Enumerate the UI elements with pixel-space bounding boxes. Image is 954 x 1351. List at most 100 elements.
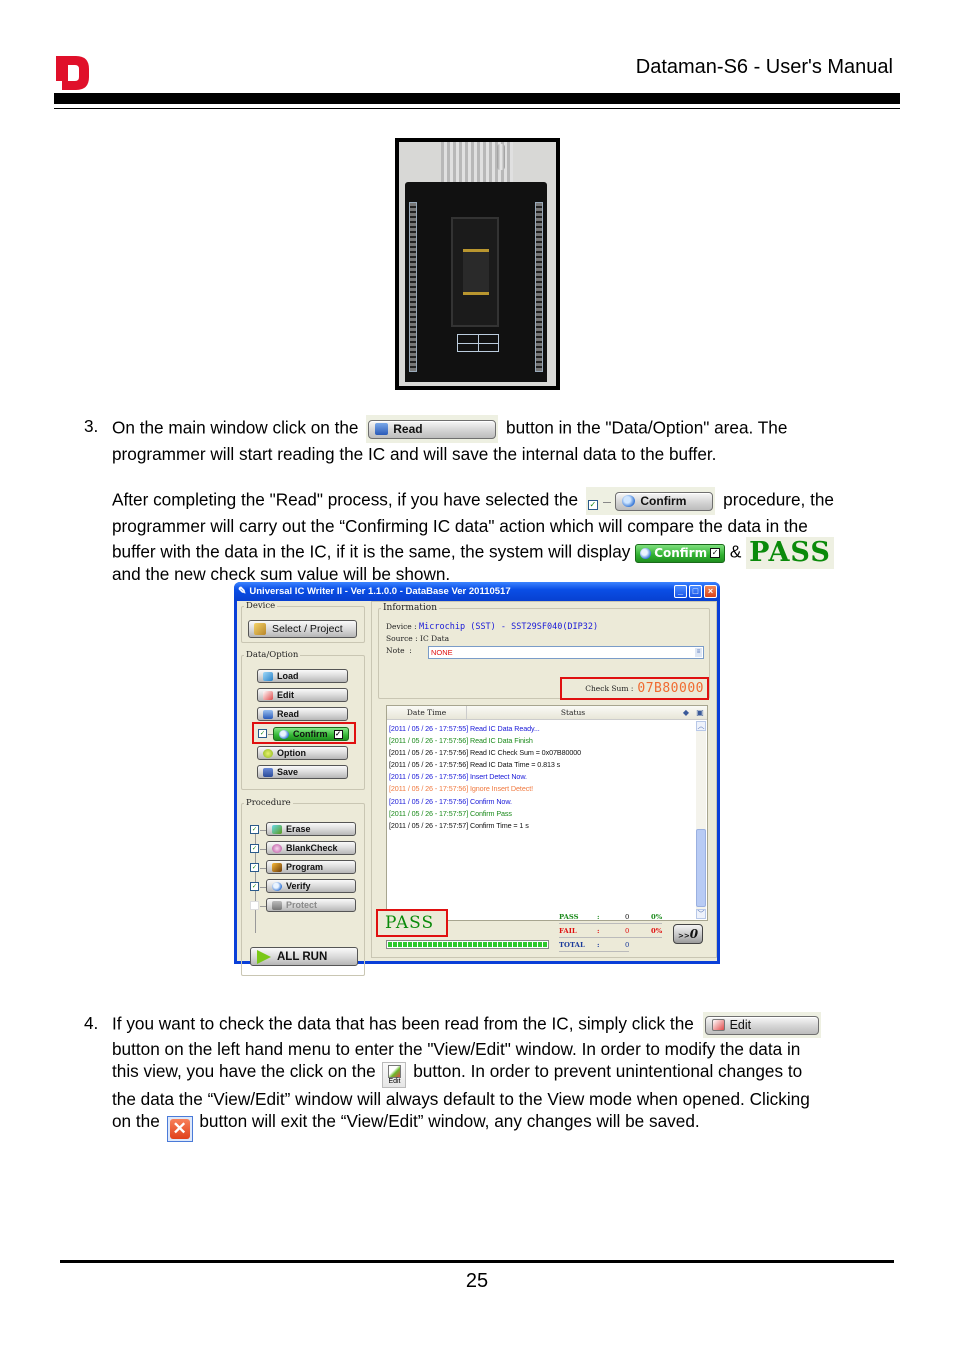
- exit-button-inline: ✕: [166, 1116, 193, 1142]
- book-icon: [263, 709, 273, 719]
- progress-fill: [388, 942, 547, 947]
- log-scrollbar[interactable]: ︿ ﹀: [696, 721, 706, 919]
- select-icon: [254, 623, 266, 635]
- verify-button[interactable]: Verify: [266, 879, 356, 893]
- eraser-icon[interactable]: ◆: [679, 706, 693, 719]
- pin-header-left: [409, 202, 417, 372]
- status-log: Date Time Status ◆ ▣ [2011 / 05 / 26 - 1…: [386, 705, 708, 921]
- confirm-checkbox[interactable]: ✓: [258, 729, 267, 738]
- title-bar[interactable]: ✎ Universal IC Writer II - Ver 1.1.0.0 -…: [234, 582, 720, 601]
- confirm-done-badge: Confirm ✓: [635, 543, 726, 563]
- stat-divider: [559, 923, 662, 924]
- log-line: [2011 / 05 / 26 - 17:57:57] Confirm Pass: [389, 808, 512, 818]
- load-button[interactable]: Load: [257, 669, 348, 683]
- select-project-button[interactable]: Select / Project: [248, 620, 357, 638]
- blankcheck-checkbox[interactable]: ✓: [250, 844, 259, 853]
- window-client: Device Select / Project Data/Option Load…: [237, 601, 717, 976]
- check-circle-icon: [263, 748, 273, 758]
- save-button[interactable]: Save: [257, 765, 348, 779]
- close-button[interactable]: ×: [704, 585, 717, 598]
- app-icon: ✎: [238, 586, 247, 597]
- ic-socket: [451, 217, 499, 327]
- chip-write-icon: [272, 862, 282, 872]
- pin-header-right: [535, 202, 543, 372]
- blankcheck-button[interactable]: BlankCheck: [266, 841, 356, 855]
- erase-button[interactable]: Erase: [266, 822, 356, 836]
- log-line: [2011 / 05 / 26 - 17:57:56] Read IC Data…: [389, 736, 533, 746]
- reset-counter-button[interactable]: >>0: [673, 924, 703, 944]
- load-icon: [263, 671, 273, 681]
- eraser-icon: [272, 824, 282, 834]
- edit-button-inline: Edit: [702, 1012, 821, 1038]
- note-field[interactable]: NONE ≡: [428, 646, 704, 659]
- read-button[interactable]: Read: [257, 707, 348, 721]
- magnifier-icon: [272, 881, 282, 891]
- log-line: [2011 / 05 / 26 - 17:57:55] Read IC Data…: [389, 724, 540, 733]
- magnifier-icon: [279, 729, 289, 739]
- minimize-button[interactable]: _: [674, 585, 687, 598]
- confirm-procedure-inline: ✓ Confirm: [585, 487, 716, 515]
- checked-box-icon: ✓: [710, 548, 721, 558]
- protect-checkbox[interactable]: [250, 901, 259, 910]
- verify-checkbox[interactable]: ✓: [250, 882, 259, 891]
- stat-divider: [559, 951, 629, 952]
- silkscreen-grid: [457, 334, 499, 352]
- pass-indicator-inline: PASS: [746, 537, 834, 569]
- result-status: PASS: [376, 909, 448, 937]
- edit-button[interactable]: Edit: [257, 688, 348, 702]
- spin-icon[interactable]: ≡: [695, 648, 702, 657]
- lever-pin: [497, 144, 505, 170]
- step-number: 4.: [84, 1013, 99, 1033]
- app-window: ✎ Universal IC Writer II - Ver 1.1.0.0 -…: [234, 582, 720, 976]
- floppy-icon[interactable]: ▣: [693, 706, 707, 719]
- book-icon: [375, 423, 389, 435]
- floppy-icon: [263, 767, 273, 777]
- protect-button[interactable]: Protect: [266, 898, 356, 912]
- note-label: Note :: [386, 646, 412, 655]
- confirm-button[interactable]: Confirm ✓: [273, 727, 349, 741]
- footer-rule: [60, 1260, 894, 1263]
- scroll-thumb[interactable]: [696, 829, 706, 907]
- program-checkbox[interactable]: ✓: [250, 863, 259, 872]
- maximize-button[interactable]: □: [689, 585, 702, 598]
- header-rule-thick: [54, 93, 900, 104]
- document-title: Dataman-S6 - User's Manual: [635, 56, 893, 78]
- log-lines: [2011 / 05 / 26 - 17:57:55] Read IC Data…: [389, 723, 581, 832]
- adapter-board-photo: [395, 138, 560, 390]
- fail-stat: FAIL: 0 0%: [559, 927, 663, 935]
- scroll-down-icon[interactable]: ﹀: [696, 909, 706, 919]
- column-status: Status: [560, 708, 586, 717]
- read-button-inline: Read: [366, 415, 499, 443]
- text: On the main window click on the: [112, 417, 359, 438]
- program-button[interactable]: Program: [266, 860, 356, 874]
- magnifier-icon: [640, 547, 652, 559]
- pass-stat: PASS: 0 0%: [559, 913, 663, 921]
- option-button[interactable]: Option: [257, 746, 348, 760]
- brand-logo: [56, 56, 89, 90]
- log-line: [2011 / 05 / 26 - 17:57:57] Confirm Time…: [389, 820, 529, 830]
- play-icon: [257, 949, 271, 964]
- edit-mode-icon-button: Edit: [382, 1062, 407, 1088]
- progress-bar: [386, 940, 549, 949]
- column-datetime: Date Time: [387, 706, 467, 719]
- log-line: [2011 / 05 / 26 - 17:57:56] Ignore Inser…: [389, 784, 534, 794]
- log-line: [2011 / 05 / 26 - 17:57:56] Read IC Chec…: [389, 748, 582, 758]
- close-x-icon: ✕: [169, 1119, 190, 1139]
- edit-icon: [711, 1019, 725, 1031]
- step-4-text: If you want to check the data that has b…: [112, 1012, 912, 1142]
- log-line: [2011 / 05 / 26 - 17:57:56] Insert Detec…: [389, 772, 527, 782]
- source-info: Source : IC Data: [386, 634, 450, 643]
- page-number: 25: [465, 1270, 489, 1292]
- confirm-done-check-icon: ✓: [333, 729, 343, 739]
- step-3-text: On the main window click on the Read but…: [112, 415, 912, 585]
- pencil-icon: [387, 1065, 401, 1078]
- edit-icon: [263, 690, 273, 700]
- total-stat: TOTAL: 0: [559, 941, 630, 949]
- erase-checkbox[interactable]: ✓: [250, 825, 259, 834]
- scroll-up-icon[interactable]: ︿: [696, 721, 706, 731]
- balloon-icon: [272, 843, 282, 853]
- all-run-button[interactable]: ALL RUN: [250, 947, 358, 966]
- ic-chip: [463, 249, 489, 295]
- magnifier-icon: [622, 495, 636, 507]
- checkbox-icon: ✓: [587, 500, 598, 510]
